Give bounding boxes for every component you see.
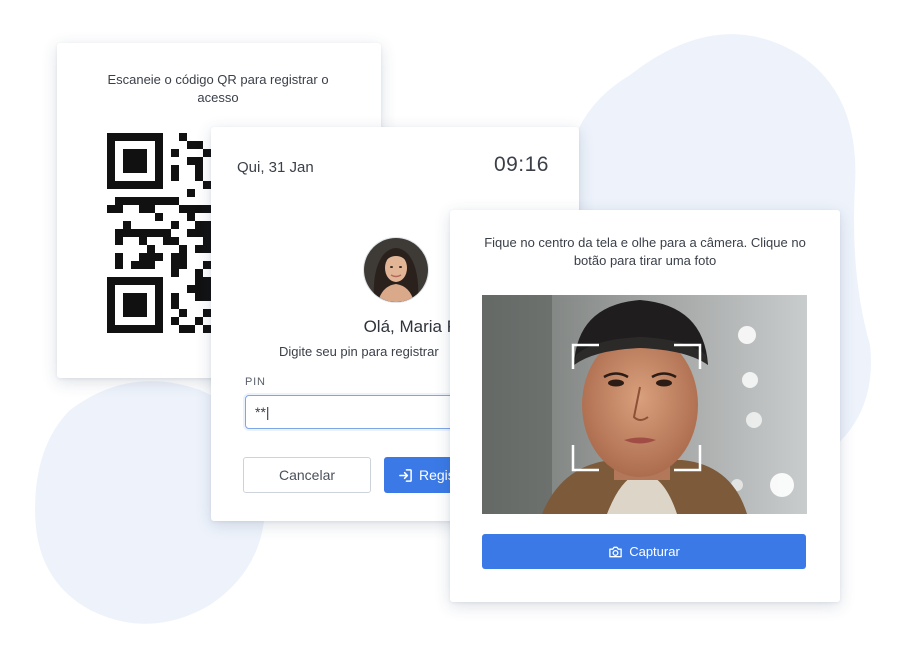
pin-instruction: Digite seu pin para registrar [279, 344, 439, 359]
pin-input[interactable]: **| [245, 395, 485, 429]
qr-instruction: Escaneie o código QR para registrar o ac… [107, 72, 329, 105]
capture-button-label: Capturar [629, 544, 680, 559]
cancel-button-label: Cancelar [278, 467, 336, 483]
camera-capture-card: Fique no centro da tela e olhe para a câ… [450, 210, 840, 602]
user-avatar [363, 237, 429, 303]
camera-icon [609, 546, 622, 557]
current-time: 09:16 [493, 153, 549, 176]
camera-preview [482, 295, 807, 514]
cancel-button[interactable]: Cancelar [243, 457, 371, 493]
current-date: Qui, 31 Jan [237, 159, 314, 176]
pin-label: PIN [245, 376, 266, 388]
capture-button[interactable]: Capturar [482, 534, 806, 569]
sign-in-icon [399, 468, 412, 482]
camera-instruction: Fique no centro da tela e olhe para a câ… [484, 235, 806, 268]
